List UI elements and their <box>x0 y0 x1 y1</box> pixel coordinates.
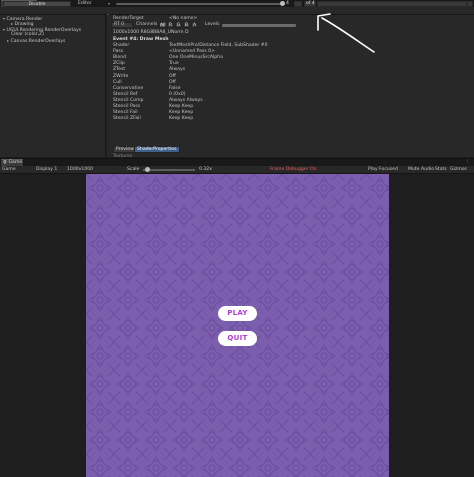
stats-toggle[interactable]: Stats <box>435 166 447 174</box>
property-value: True <box>169 61 179 67</box>
tree-item-label: Canvas.RenderOverlays <box>10 39 66 44</box>
last-event-button[interactable] <box>467 1 473 7</box>
event-slider-handle[interactable] <box>280 1 285 6</box>
property-value: Off <box>169 73 176 79</box>
game-tabbar <box>0 158 474 166</box>
event-hierarchy-panel: ▾ Camera.Render ▸ Drawing ▾ UGUI.Renderi… <box>0 15 106 157</box>
scale-value: 0.32x <box>199 167 212 172</box>
play-mode-dropdown[interactable]: Play Focused <box>368 166 398 174</box>
render-target-label: RenderTarget <box>113 16 144 21</box>
property-label: ZClip <box>113 61 125 67</box>
tab-game[interactable]: ◍ Game <box>1 159 23 166</box>
property-value: Keep Keep <box>169 116 194 122</box>
levels-label: Levels <box>205 22 220 27</box>
expand-caret-icon[interactable]: ▾ <box>3 16 5 21</box>
scale-slider-handle[interactable] <box>145 167 150 172</box>
background-pattern <box>86 174 389 477</box>
quit-button[interactable]: QUIT <box>218 331 257 346</box>
mute-audio-toggle[interactable]: Mute Audio <box>408 166 434 174</box>
frame-debugger-status: Frame Debugger On <box>270 167 317 172</box>
channel-a-button[interactable]: A <box>191 22 198 28</box>
display-dropdown[interactable]: Display 1 <box>36 166 57 174</box>
event-title: Event #4: Draw Mesh <box>113 37 169 42</box>
play-button[interactable]: PLAY <box>218 306 257 321</box>
property-label: Stencil ZFail <box>113 116 141 122</box>
resolution-dropdown[interactable]: 1000x1000 <box>67 166 93 174</box>
tab-game-label: Game <box>8 160 23 165</box>
property-label: Stencil Pass <box>113 104 141 109</box>
previous-event-button[interactable] <box>294 1 302 7</box>
property-label: ZWrite <box>113 73 129 79</box>
property-value: Always <box>169 67 186 73</box>
render-target-info: 1000x1000 R8G8B8A8_UNorm D <box>113 30 189 35</box>
next-event-button[interactable] <box>317 1 467 7</box>
channel-r-button[interactable]: R <box>167 22 174 28</box>
property-value: Off <box>169 79 176 85</box>
channels-label: Channels <box>136 22 158 27</box>
target-dropdown[interactable]: Editor <box>78 1 92 7</box>
event-count-label: of 4 <box>304 1 316 7</box>
more-options-icon[interactable]: ⋮ <box>465 159 470 165</box>
expand-caret-icon[interactable]: ▾ <box>3 27 5 32</box>
property-value: 0 (0x0) <box>169 91 186 97</box>
frame-debugger-toolbar <box>0 7 474 15</box>
levels-slider[interactable] <box>222 24 296 27</box>
current-event-field[interactable]: 4 <box>286 1 289 7</box>
property-value: <Unnamed Pass 0> <box>169 49 215 55</box>
render-target-value: <No name> <box>169 16 198 21</box>
render-target-dropdown[interactable]: RT 0 <box>111 22 133 28</box>
game-view[interactable] <box>86 174 389 477</box>
property-label: Stencil Fail <box>113 110 138 116</box>
expand-caret-icon[interactable]: ▸ <box>7 38 9 43</box>
property-label: Stencil Ref <box>113 91 138 97</box>
property-label: Blend <box>113 55 127 61</box>
property-label: Stencil Comp <box>113 97 144 103</box>
scale-label: Scale <box>127 167 140 172</box>
property-label: ZTest <box>113 67 126 73</box>
tree-item-canvas-render-overlays[interactable]: ▸ Canvas.RenderOverlays <box>7 38 65 44</box>
scale-slider[interactable] <box>143 169 195 171</box>
expand-caret-icon[interactable]: ▸ <box>11 21 13 26</box>
property-value: Keep Keep <box>169 104 194 109</box>
tree-item-clear[interactable]: Clear (color,Z) <box>11 32 44 37</box>
property-value: Always Always <box>169 97 203 103</box>
property-label: Shader <box>113 43 130 48</box>
property-label: Conservative <box>113 85 144 91</box>
gizmos-toggle[interactable]: Gizmos <box>450 166 467 174</box>
property-value: TextMeshPro/Distance Field, SubShader #0 <box>169 43 268 48</box>
property-label: Pass <box>113 49 124 55</box>
disable-button[interactable]: Disable <box>3 1 71 7</box>
tree-item-label: Clear (color,Z) <box>11 32 44 37</box>
chevron-down-icon[interactable]: ▾ <box>108 1 110 7</box>
channel-b-button[interactable]: B <box>183 22 190 28</box>
property-value: Keep Keep <box>169 110 194 116</box>
channel-all-button[interactable]: All <box>159 22 166 28</box>
channel-g-button[interactable]: G <box>175 22 182 28</box>
property-label: Cull <box>113 79 122 85</box>
game-mode-dropdown[interactable]: Game <box>2 166 16 174</box>
property-value: One OneMinusSrcAlpha <box>169 55 223 61</box>
property-value: False <box>169 85 181 91</box>
event-slider[interactable] <box>116 3 282 5</box>
tab-shader-properties[interactable]: ShaderProperties <box>134 146 180 153</box>
